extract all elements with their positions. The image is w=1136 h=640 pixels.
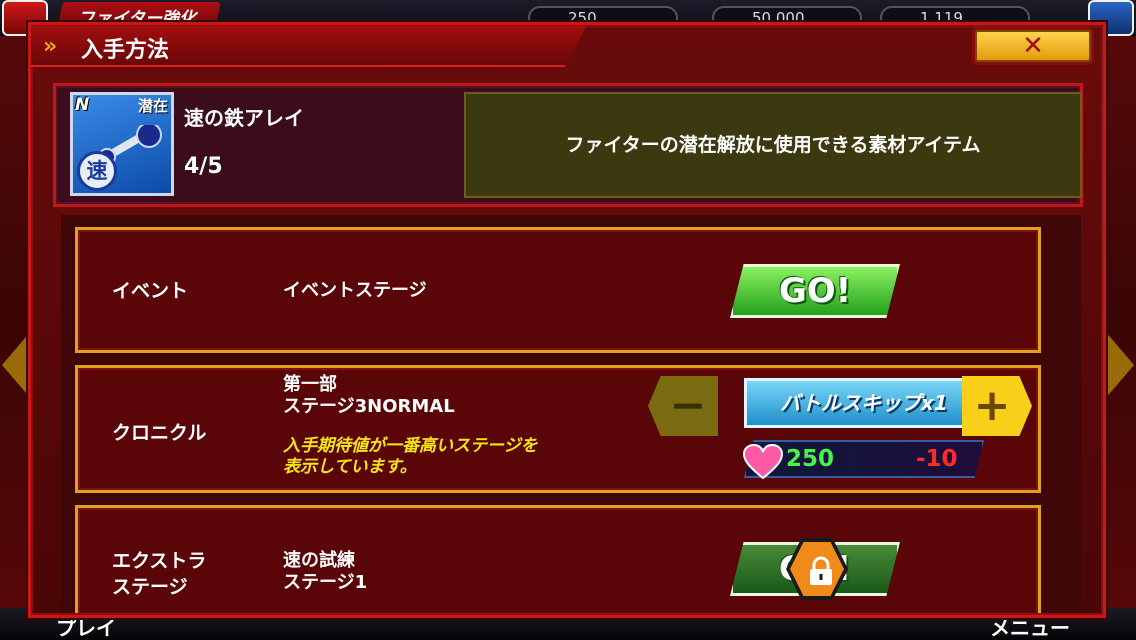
source-detail: イベントステージ <box>283 280 427 301</box>
background-right-arrow-icon <box>1104 330 1134 400</box>
acquisition-modal: » 入手方法 ✕ N 潜在 速 速の鉄アレイ 4/5 ファイターの潜在解放に使用… <box>28 22 1106 618</box>
source-row-extra-stage: エクストラ ステージ 速の試練 ステージ1 GO! <box>75 505 1041 613</box>
latent-tag: 潜在 <box>137 97 168 115</box>
source-category-line-2: ステージ <box>112 576 188 598</box>
heart-icon <box>742 444 784 480</box>
minus-icon: − <box>669 380 707 431</box>
item-description: ファイターの潜在解放に使用できる素材アイテム <box>565 134 981 156</box>
close-icon: ✕ <box>1022 31 1044 61</box>
source-detail-line-2: ステージ1 <box>283 572 368 593</box>
source-list[interactable]: イベント イベントステージ GO! クロニクル 第一部 ステージ3NORMAL … <box>61 215 1081 613</box>
item-count: 4/5 <box>184 154 223 179</box>
source-note-line-2: 表示しています。 <box>283 457 417 477</box>
source-detail-line-2: ステージ3NORMAL <box>283 396 455 417</box>
stamina-cost: -10 <box>916 446 958 472</box>
item-thumbnail: N 潜在 速 <box>70 92 174 196</box>
item-name: 速の鉄アレイ <box>184 106 304 130</box>
source-detail-line-1: 第一部 <box>283 374 337 395</box>
close-button[interactable]: ✕ <box>975 30 1091 62</box>
speed-badge: 速 <box>77 151 117 191</box>
source-category: イベント <box>112 280 189 302</box>
battle-skip-button[interactable]: バトルスキップx1 <box>744 378 984 428</box>
go-button-event[interactable]: GO! <box>730 264 900 318</box>
increase-skip-button[interactable]: + <box>962 376 1032 436</box>
stamina-current: 250 <box>786 446 835 472</box>
lock-icon <box>810 556 832 585</box>
source-row-event: イベント イベントステージ GO! <box>75 227 1041 353</box>
plus-icon: + <box>973 380 1011 431</box>
game-screen: ファイター強化 250 50,000 1,119 プレイ メニュー » 入手方法… <box>0 0 1136 640</box>
chevron-right-icon: » <box>43 34 57 59</box>
battle-skip-label: バトルスキップx1 <box>780 391 948 415</box>
source-category: クロニクル <box>112 422 207 444</box>
modal-header: » 入手方法 <box>31 25 587 67</box>
rarity-badge: N <box>75 95 90 115</box>
modal-title: 入手方法 <box>81 38 170 63</box>
source-category-line-1: エクストラ <box>112 550 207 572</box>
decrease-skip-button[interactable]: − <box>648 376 718 436</box>
source-detail-line-1: 速の試練 <box>283 550 355 571</box>
source-note-line-1: 入手期待値が一番高いステージを <box>283 436 538 456</box>
item-description-box: ファイターの潜在解放に使用できる素材アイテム <box>464 92 1082 198</box>
source-row-chronicle: クロニクル 第一部 ステージ3NORMAL 入手期待値が一番高いステージを 表示… <box>75 365 1041 493</box>
go-button-label: GO! <box>778 271 852 311</box>
item-info-panel: N 潜在 速 速の鉄アレイ 4/5 ファイターの潜在解放に使用できる素材アイテム <box>53 83 1083 207</box>
